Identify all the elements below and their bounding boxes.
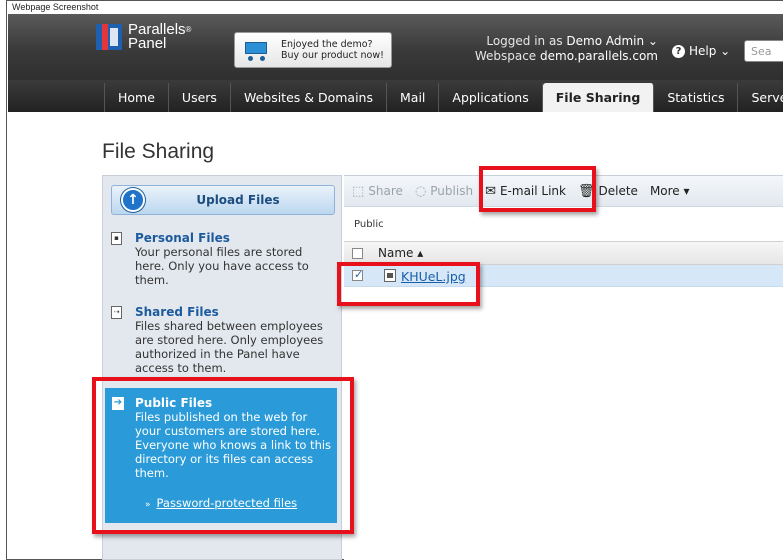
share-button[interactable]: ⬚ Share — [352, 184, 403, 199]
tab-users[interactable]: Users — [169, 83, 231, 112]
select-all-checkbox[interactable] — [352, 248, 363, 259]
page-title: File Sharing — [102, 140, 215, 163]
highlight-email-link — [479, 166, 596, 212]
screenshot-caption: Webpage Screenshot — [12, 2, 99, 12]
file-browser: ⬚ Share ◌ Publish ✉ E-mail Link 🗑 Delete… — [344, 175, 783, 560]
parallels-logo[interactable]: Parallels® Panel — [96, 21, 192, 52]
tab-home[interactable]: Home — [104, 83, 169, 112]
shopping-cart-icon — [241, 38, 273, 62]
tab-file-sharing[interactable]: File Sharing — [542, 83, 655, 112]
personal-file-icon: ▪ — [111, 232, 122, 245]
highlight-public-files — [92, 377, 354, 534]
shared-file-icon: ⇢ — [111, 306, 122, 319]
parallels-logo-icon — [96, 24, 122, 50]
tab-statistics[interactable]: Statistics — [654, 83, 739, 112]
user-menu[interactable]: Demo Admin ⌄ — [566, 34, 658, 48]
upload-files-button[interactable]: ↑ Upload Files — [111, 185, 335, 215]
webspace-selector[interactable]: demo.parallels.com — [540, 49, 658, 63]
nav-tabs: Home Users Websites & Domains Mail Appli… — [104, 83, 783, 112]
publish-button[interactable]: ◌ Publish — [415, 184, 473, 199]
parallels-logo-text: Parallels® Panel — [128, 21, 192, 52]
tab-server[interactable]: Serve — [738, 83, 783, 112]
help-button[interactable]: ? Help ⌄ — [672, 44, 730, 58]
tab-applications[interactable]: Applications — [439, 83, 543, 112]
promo-text: Enjoyed the demo? Buy our product now! — [281, 39, 384, 61]
more-menu[interactable]: More ▾ — [650, 184, 690, 198]
help-icon: ? — [672, 44, 685, 58]
highlight-file-row — [337, 262, 480, 306]
share-icon: ⬚ — [352, 183, 365, 199]
name-column-header[interactable]: Name ▴ — [378, 246, 423, 260]
user-info: Logged in as Demo Admin ⌄ Webspace demo.… — [474, 34, 658, 63]
sidebar-item-personal-files[interactable]: ▪ Personal Files Your personal files are… — [111, 231, 339, 287]
breadcrumb[interactable]: Public — [354, 219, 384, 230]
main-nav: Home Users Websites & Domains Mail Appli… — [8, 80, 783, 112]
tab-websites-domains[interactable]: Websites & Domains — [231, 83, 387, 112]
publish-icon: ◌ — [414, 183, 427, 199]
tab-mail[interactable]: Mail — [387, 83, 440, 112]
buy-product-banner[interactable]: Enjoyed the demo? Buy our product now! — [234, 32, 392, 68]
sidebar-item-shared-files[interactable]: ⇢ Shared Files Files shared between empl… — [111, 305, 339, 375]
search-input[interactable]: Sea — [744, 40, 783, 62]
